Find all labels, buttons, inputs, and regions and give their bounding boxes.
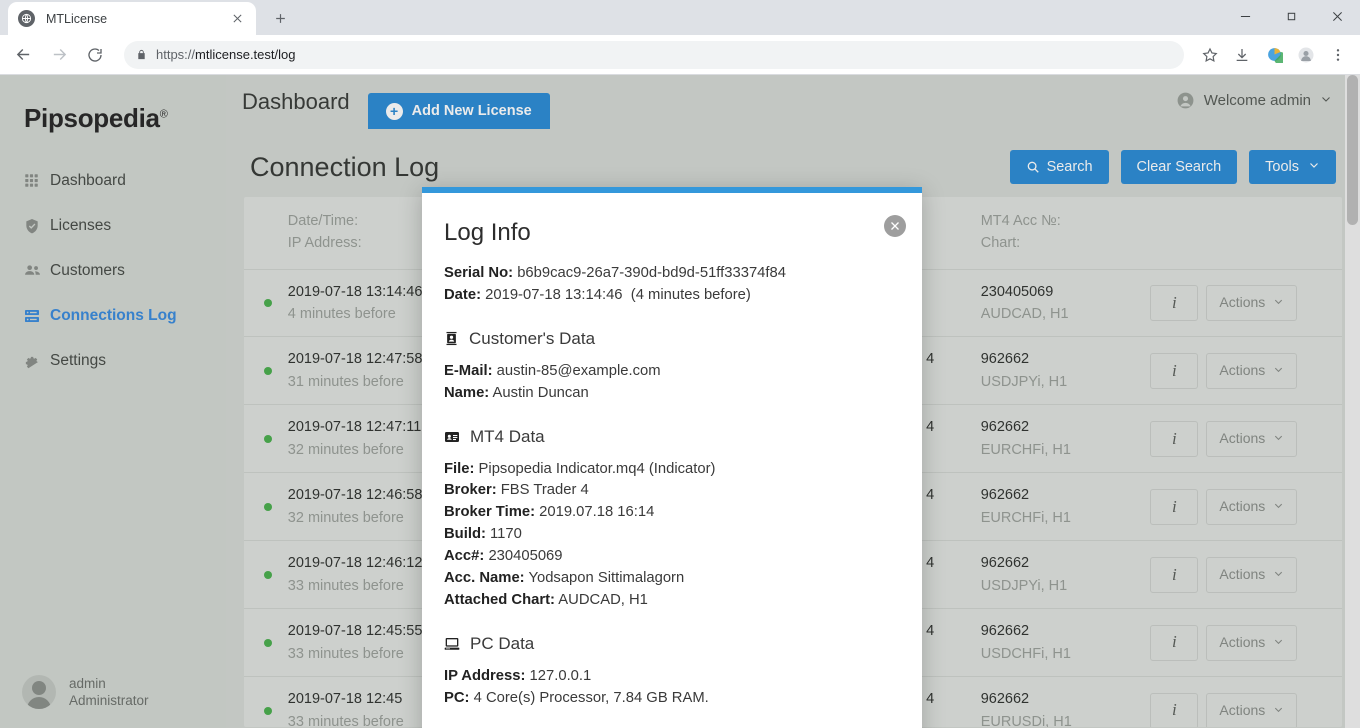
modal-file-value: Pipsopedia Indicator.mq4 (Indicator)	[478, 460, 716, 477]
tab-close-icon[interactable]	[228, 10, 246, 28]
three-dot-menu-icon[interactable]	[1324, 41, 1352, 69]
modal-acc-name-value: Yodsapon Sittimalagorn	[528, 570, 685, 587]
id-card-icon	[444, 429, 460, 445]
modal-date-value: 2019-07-18 13:14:46	[485, 286, 623, 303]
modal-file-label: File:	[444, 460, 475, 477]
modal-chart-label: Attached Chart:	[444, 591, 555, 608]
site-favicon-icon	[18, 10, 35, 27]
modal-ip-value: 127.0.0.1	[529, 667, 592, 684]
customer-data-heading-label: Customer's Data	[469, 328, 596, 348]
window-controls	[1222, 0, 1360, 32]
maximize-icon[interactable]	[1268, 0, 1314, 32]
desktop-icon	[444, 636, 460, 652]
modal-ip-row: IP Address: 127.0.0.1	[444, 666, 900, 688]
modal-name-label: Name:	[444, 384, 490, 401]
forward-arrow-icon	[44, 40, 74, 70]
address-bar[interactable]: https://mtlicense.test/log	[124, 40, 1184, 69]
close-circle-icon[interactable]	[884, 215, 906, 237]
modal-broker-time-value: 2019.07.18 16:14	[539, 504, 655, 521]
modal-pc-row: PC: 4 Core(s) Processor, 7.84 GB RAM.	[444, 688, 900, 710]
star-icon[interactable]	[1196, 41, 1224, 69]
modal-acc-name-label: Acc. Name:	[444, 570, 525, 587]
lock-icon	[136, 49, 147, 60]
mt4-data-heading-label: MT4 Data	[470, 426, 545, 446]
modal-chart-value: AUDCAD, H1	[558, 591, 648, 608]
minimize-icon[interactable]	[1222, 0, 1268, 32]
mt4-data-heading: MT4 Data	[444, 427, 900, 447]
modal-email-label: E-Mail:	[444, 362, 493, 379]
modal-acc-value: 230405069	[488, 548, 563, 565]
url-scheme: https://	[156, 47, 196, 62]
modal-broker-time-label: Broker Time:	[444, 504, 536, 521]
browser-tab-title: MTLicense	[46, 11, 108, 26]
modal-broker-label: Broker:	[444, 482, 497, 499]
modal-name-row: Name: Austin Duncan	[444, 383, 900, 405]
modal-serial-label: Serial No:	[444, 265, 514, 281]
modal-email-row: E-Mail: austin-85@example.com	[444, 361, 900, 383]
app-root: Pipsopedia® Dashboard Licenses Customers	[0, 75, 1360, 728]
customer-data-heading: Customer's Data	[444, 329, 900, 349]
modal-build-label: Build:	[444, 526, 486, 543]
pc-data-heading-label: PC Data	[470, 633, 535, 653]
modal-chart-row: Attached Chart: AUDCAD, H1	[444, 590, 900, 612]
url-rest: mtlicense.test/log	[195, 47, 296, 62]
modal-acc-name-row: Acc. Name: Yodsapon Sittimalagorn	[444, 568, 900, 590]
download-icon[interactable]	[1228, 41, 1256, 69]
back-arrow-icon[interactable]	[8, 40, 38, 70]
address-bar-url: https://mtlicense.test/log	[156, 47, 295, 62]
modal-build-value: 1170	[490, 526, 522, 543]
modal-pc-label: PC:	[444, 689, 470, 706]
modal-file-row: File: Pipsopedia Indicator.mq4 (Indicato…	[444, 459, 900, 481]
modal-broker-value: FBS Trader 4	[500, 482, 589, 499]
reload-icon[interactable]	[80, 40, 110, 70]
log-info-modal: Log Info Serial No: b6b9cac9-26a7-390d-b…	[422, 187, 922, 728]
modal-serial-row: Serial No: b6b9cac9-26a7-390d-bd9d-51ff3…	[444, 263, 900, 285]
pc-data-heading: PC Data	[444, 634, 900, 654]
modal-broker-row: Broker: FBS Trader 4	[444, 480, 900, 502]
modal-acc-row: Acc#: 230405069	[444, 546, 900, 568]
modal-email-value: austin-85@example.com	[496, 362, 661, 379]
modal-date-label: Date:	[444, 286, 481, 303]
browser-tab[interactable]: MTLicense	[8, 2, 256, 35]
window-close-icon[interactable]	[1314, 0, 1360, 32]
new-tab-icon[interactable]	[266, 4, 294, 32]
modal-build-row: Build: 1170	[444, 524, 900, 546]
profile-icon[interactable]	[1292, 41, 1320, 69]
browser-tab-strip: MTLicense	[0, 0, 1360, 35]
modal-title: Log Info	[444, 219, 531, 246]
modal-ip-label: IP Address:	[444, 667, 526, 684]
modal-name-value: Austin Duncan	[492, 384, 589, 401]
contact-card-icon	[444, 331, 459, 346]
modal-acc-label: Acc#:	[444, 548, 485, 565]
browser-toolbar: https://mtlicense.test/log	[0, 35, 1360, 75]
modal-broker-time-row: Broker Time: 2019.07.18 16:14	[444, 502, 900, 524]
modal-date-row: Date: 2019-07-18 13:14:46 (4 minutes bef…	[444, 285, 900, 307]
extension-icon[interactable]	[1260, 41, 1288, 69]
modal-serial-value: b6b9cac9-26a7-390d-bd9d-51ff33374f84	[517, 265, 786, 281]
modal-pc-value: 4 Core(s) Processor, 7.84 GB RAM.	[473, 689, 709, 706]
modal-date-relative: (4 minutes before)	[630, 286, 751, 303]
